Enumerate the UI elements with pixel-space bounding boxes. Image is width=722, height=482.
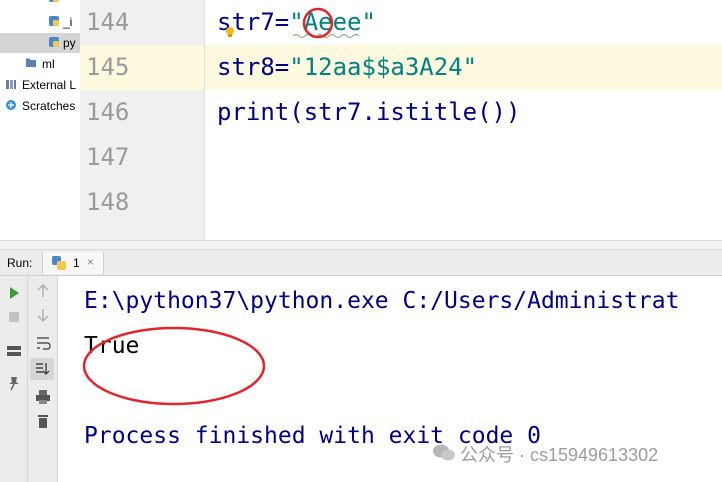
print-icon[interactable] xyxy=(34,388,52,406)
project-tree: _i py ml External L Scratches xyxy=(0,0,81,240)
wechat-icon xyxy=(433,444,455,461)
close-tab-icon[interactable]: × xyxy=(87,255,94,269)
tree-item-ml[interactable]: ml xyxy=(0,54,80,74)
run-label: Run: xyxy=(7,256,33,270)
tree-item-init[interactable]: _i xyxy=(0,12,80,32)
run-toolbar-secondary xyxy=(28,276,58,482)
folder-icon xyxy=(26,58,36,67)
python-file-icon xyxy=(49,0,59,2)
tree-item-label: Scratches xyxy=(22,99,76,113)
soft-wrap-icon[interactable] xyxy=(34,334,52,352)
watermark-text: 公众号 · cs15949613302 xyxy=(460,445,659,465)
scroll-to-end-toggle[interactable] xyxy=(30,358,54,380)
tree-item-external-libraries[interactable]: External L xyxy=(0,75,80,95)
intention-bulb-icon[interactable] xyxy=(225,26,235,38)
pin-icon[interactable] xyxy=(5,374,23,392)
code-editor[interactable]: str7="Aeee" str8="12aa$$a3A24" print(str… xyxy=(205,0,722,240)
arrow-down-icon[interactable] xyxy=(34,306,52,324)
watermark: 公众号 · cs15949613302 xyxy=(432,440,712,466)
code-line-144[interactable]: str7="Aeee" xyxy=(205,0,722,45)
tree-item-partial[interactable] xyxy=(0,0,80,8)
code-line-147[interactable] xyxy=(205,135,722,180)
run-toolbar-primary xyxy=(0,276,28,482)
code-line-148[interactable] xyxy=(205,180,722,225)
code-token: str8= xyxy=(217,53,290,81)
library-icon xyxy=(6,80,16,89)
scroll-to-end-icon xyxy=(36,363,50,375)
tree-item-py[interactable]: py xyxy=(0,33,80,53)
python-file-icon xyxy=(49,37,59,47)
trash-icon[interactable] xyxy=(34,412,52,430)
python-run-icon xyxy=(52,256,66,270)
line-number-gutter: 144 145 146 147 148 xyxy=(80,0,205,240)
tree-item-label: ml xyxy=(42,57,55,71)
tree-item-label: py xyxy=(63,36,76,50)
panel-splitter[interactable] xyxy=(0,240,722,250)
run-tab[interactable]: 1 × xyxy=(42,252,104,274)
annotation-circle-char xyxy=(302,7,334,39)
line-number: 144 xyxy=(86,8,130,36)
string-literal: 12aa$$a3A24 xyxy=(303,53,463,81)
code-token: print(str7.istitle()) xyxy=(217,98,521,126)
code-line-145[interactable]: str8="12aa$$a3A24" xyxy=(205,45,722,90)
line-number: 146 xyxy=(86,98,130,126)
tree-item-label: External L xyxy=(22,78,77,92)
scratches-icon xyxy=(6,100,16,110)
line-number: 147 xyxy=(86,143,130,171)
python-file-icon xyxy=(49,16,59,26)
string-quote: " xyxy=(289,53,304,81)
line-number: 148 xyxy=(86,188,130,216)
run-tab-label: 1 xyxy=(73,256,80,270)
code-line-146[interactable]: print(str7.istitle()) xyxy=(205,90,722,135)
arrow-up-icon[interactable] xyxy=(34,282,52,300)
string-quote: " xyxy=(462,53,478,81)
rerun-icon[interactable] xyxy=(5,284,23,302)
stop-icon[interactable] xyxy=(5,308,23,326)
annotation-circle-output xyxy=(82,326,266,406)
layout-icon[interactable] xyxy=(5,342,23,360)
console-command-line: E:\python37\python.exe C:/Users/Administ… xyxy=(84,288,680,314)
line-number: 145 xyxy=(80,45,204,90)
tree-item-scratches[interactable]: Scratches xyxy=(0,96,80,116)
tree-item-label: _i xyxy=(63,15,73,29)
string-quote: " xyxy=(361,8,376,36)
run-tool-header: Run: 1 × xyxy=(0,250,722,276)
